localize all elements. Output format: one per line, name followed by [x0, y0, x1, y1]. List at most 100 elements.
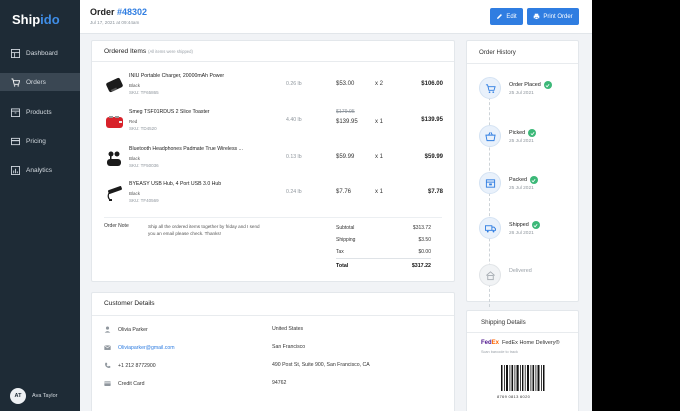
item-name[interactable]: Bluetooth Headphones Padmate True Wirele… — [129, 146, 269, 152]
item-total: $7.78 — [427, 189, 443, 195]
user-icon — [104, 326, 111, 333]
divider — [92, 61, 454, 62]
carrier-logo: Fed Ex FedEx Home Delivery® — [481, 340, 560, 346]
usb-hub-image — [104, 183, 125, 204]
sidebar: Shipido Dashboard Orders Products Pricin… — [0, 0, 80, 411]
item-quantity: x 1 — [375, 119, 384, 125]
item-name[interactable]: INIU Portable Charger, 20000mAh Power — [129, 73, 269, 79]
screen-frame: Shipido Dashboard Orders Products Pricin… — [0, 0, 680, 411]
item-weight: 4.40 lb — [286, 117, 302, 123]
tax-row: Tax $0.00 — [336, 249, 431, 255]
history-step-order-placed: Order Placed 25 Jul 2021 — [479, 77, 579, 101]
grid-icon — [11, 48, 20, 58]
check-icon — [531, 221, 540, 229]
ordered-item-row[interactable]: INIU Portable Charger, 20000mAh Power Bl… — [92, 69, 454, 105]
nav-item-analytics[interactable]: Analytics — [0, 161, 80, 179]
divider — [104, 217, 442, 218]
shipping-row: Shipping $3.50 — [336, 237, 431, 243]
customer-phone-row: +1 212 8772900 — [104, 362, 156, 369]
item-name[interactable]: Smeg TSF01RDUS 2 Slice Toaster — [129, 109, 269, 115]
pencil-icon — [497, 14, 503, 19]
nav-item-pricing[interactable]: Pricing — [0, 132, 80, 150]
customer-email-row[interactable]: Oliviaparker@gmail.com — [104, 344, 175, 351]
cart-icon — [11, 77, 20, 87]
printer-icon — [534, 13, 540, 20]
nav-item-label: Analytics — [26, 166, 53, 174]
basket-icon — [479, 125, 501, 147]
item-price: $139.95 — [336, 119, 358, 125]
shipping-details-title: Shipping Details — [481, 319, 526, 326]
package-icon — [479, 172, 501, 194]
toaster-image — [104, 111, 125, 132]
brand-logo[interactable]: Shipido — [12, 12, 60, 27]
customer-country: United States — [272, 326, 304, 332]
shipping-service: FedEx Home Delivery® — [502, 340, 560, 346]
item-sku: SKU: TF65865 — [129, 90, 159, 95]
item-weight: 0.24 lb — [286, 189, 302, 195]
order-date: Jul 17, 2021 at 09:44am — [90, 20, 140, 25]
order-history-card: Order History Order Placed 25 Jul 2021 P… — [466, 40, 579, 307]
item-quantity: x 1 — [375, 189, 384, 195]
scan-note: Scan barcode to track — [481, 350, 518, 354]
check-icon — [543, 81, 552, 89]
customer-name-row: Olivia Parker — [104, 326, 148, 333]
shipping-details-card: Shipping Details Fed Ex FedEx Home Delive… — [466, 310, 579, 411]
check-icon — [528, 129, 537, 137]
phone-icon — [105, 362, 111, 368]
nav-item-dashboard[interactable]: Dashboard — [0, 44, 80, 62]
mail-icon — [104, 345, 111, 350]
box-icon — [11, 107, 20, 117]
nav-item-products[interactable]: Products — [0, 103, 80, 121]
divider — [467, 63, 578, 64]
page-header: Order #48302 Jul 17, 2021 at 09:44am Edi… — [80, 0, 592, 34]
ordered-item-row[interactable]: Smeg TSF01RDUS 2 Slice Toaster Red SKU: … — [92, 105, 454, 141]
item-weight: 0.13 lb — [286, 154, 302, 160]
item-weight: 0.26 lb — [286, 81, 302, 87]
cart-icon — [479, 77, 501, 99]
avatar: AT — [10, 388, 26, 404]
user-profile[interactable]: AT Ava Taylor — [10, 388, 57, 404]
divider — [92, 315, 454, 316]
history-step-picked: Picked 25 Jul 2021 — [479, 125, 579, 149]
item-total: $106.00 — [421, 81, 443, 87]
headphones-image — [104, 148, 125, 169]
nav-item-label: Pricing — [26, 137, 46, 145]
ordered-item-row[interactable]: BYEASY USB Hub, 4 Port USB 3.0 Hub Black… — [92, 177, 454, 213]
customer-zip: 94762 — [272, 380, 287, 386]
barcode-icon[interactable] — [501, 365, 546, 391]
chart-icon — [11, 165, 20, 175]
item-total: $139.95 — [421, 117, 443, 123]
item-price: $59.99 — [336, 154, 355, 160]
item-variant: Black — [129, 83, 141, 88]
item-original-price: $179.95 — [336, 109, 355, 115]
app-window: Shipido Dashboard Orders Products Pricin… — [0, 0, 592, 411]
step-date: 26 Jul 2021 — [509, 231, 534, 236]
customer-street: 490 Post St, Suite 900, San Francisco, C… — [272, 362, 370, 368]
item-quantity: x 1 — [375, 154, 384, 160]
history-step-shipped: Shipped 26 Jul 2021 — [479, 217, 579, 241]
item-variant: Red — [129, 119, 138, 124]
item-total: $59.99 — [424, 154, 443, 160]
step-date: 25 Jul 2021 — [509, 186, 534, 191]
nav-item-label: Products — [26, 108, 52, 116]
item-sku: SKU: TF50036 — [129, 163, 159, 168]
step-date: 25 Jul 2021 — [509, 139, 534, 144]
barcode-number: 8769 0813 6020 — [497, 394, 531, 399]
customer-payment-row: Credit Card — [104, 380, 145, 387]
item-variant: Black — [129, 191, 141, 196]
history-step-delivered: Delivered — [479, 264, 579, 288]
customer-city: San Francisco — [272, 344, 306, 350]
ordered-items-title: Ordered Items (All items were shipped) — [104, 48, 193, 55]
edit-button[interactable]: Edit — [490, 8, 523, 25]
item-name[interactable]: BYEASY USB Hub, 4 Port USB 3.0 Hub — [129, 181, 269, 187]
page-title: Order #48302 — [90, 7, 148, 17]
truck-icon — [479, 217, 501, 239]
print-order-button[interactable]: Print Order — [527, 8, 579, 25]
ordered-item-row[interactable]: Bluetooth Headphones Padmate True Wirele… — [92, 142, 454, 178]
item-variant: Black — [129, 156, 141, 161]
nav-item-orders[interactable]: Orders — [0, 73, 80, 91]
nav-item-label: Orders — [26, 78, 46, 86]
customer-details-card: Customer Details Olivia Parker Oliviapar… — [91, 292, 455, 411]
total-row: Total $317.22 — [336, 263, 431, 269]
divider — [467, 332, 578, 333]
